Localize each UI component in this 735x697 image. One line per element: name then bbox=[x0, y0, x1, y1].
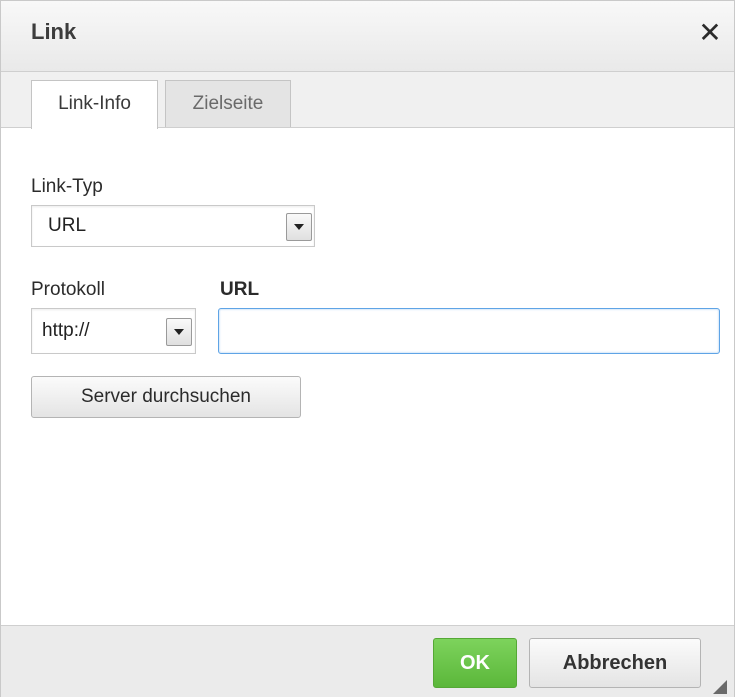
url-input[interactable] bbox=[218, 308, 720, 354]
close-icon[interactable]: ✕ bbox=[695, 15, 725, 51]
link-type-label: Link-Typ bbox=[31, 176, 103, 197]
tab-link-info[interactable]: Link-Info bbox=[31, 80, 158, 129]
tab-bar: Link-Info Zielseite bbox=[1, 72, 734, 129]
dialog-title: Link bbox=[31, 19, 77, 44]
url-label: URL bbox=[220, 279, 260, 300]
resize-handle-icon[interactable] bbox=[713, 680, 727, 694]
protocol-label: Protokoll bbox=[31, 279, 105, 300]
protocol-value: http:// bbox=[42, 320, 90, 341]
dialog-titlebar[interactable]: Link ✕ bbox=[1, 1, 734, 72]
ok-button[interactable]: OK bbox=[433, 638, 517, 688]
chevron-down-icon[interactable] bbox=[166, 318, 192, 346]
link-type-value: URL bbox=[48, 215, 87, 236]
cancel-button[interactable]: Abbrechen bbox=[529, 638, 701, 688]
chevron-down-icon[interactable] bbox=[286, 213, 312, 241]
tab-zielseite[interactable]: Zielseite bbox=[165, 80, 291, 127]
link-dialog: Link ✕ Link-Info Zielseite Link-Typ URL … bbox=[0, 0, 735, 697]
protocol-select[interactable]: http:// bbox=[31, 308, 196, 354]
server-browse-button[interactable]: Server durchsuchen bbox=[31, 376, 301, 418]
link-type-select[interactable]: URL bbox=[31, 205, 315, 247]
dialog-footer: OK Abbrechen bbox=[1, 625, 734, 697]
